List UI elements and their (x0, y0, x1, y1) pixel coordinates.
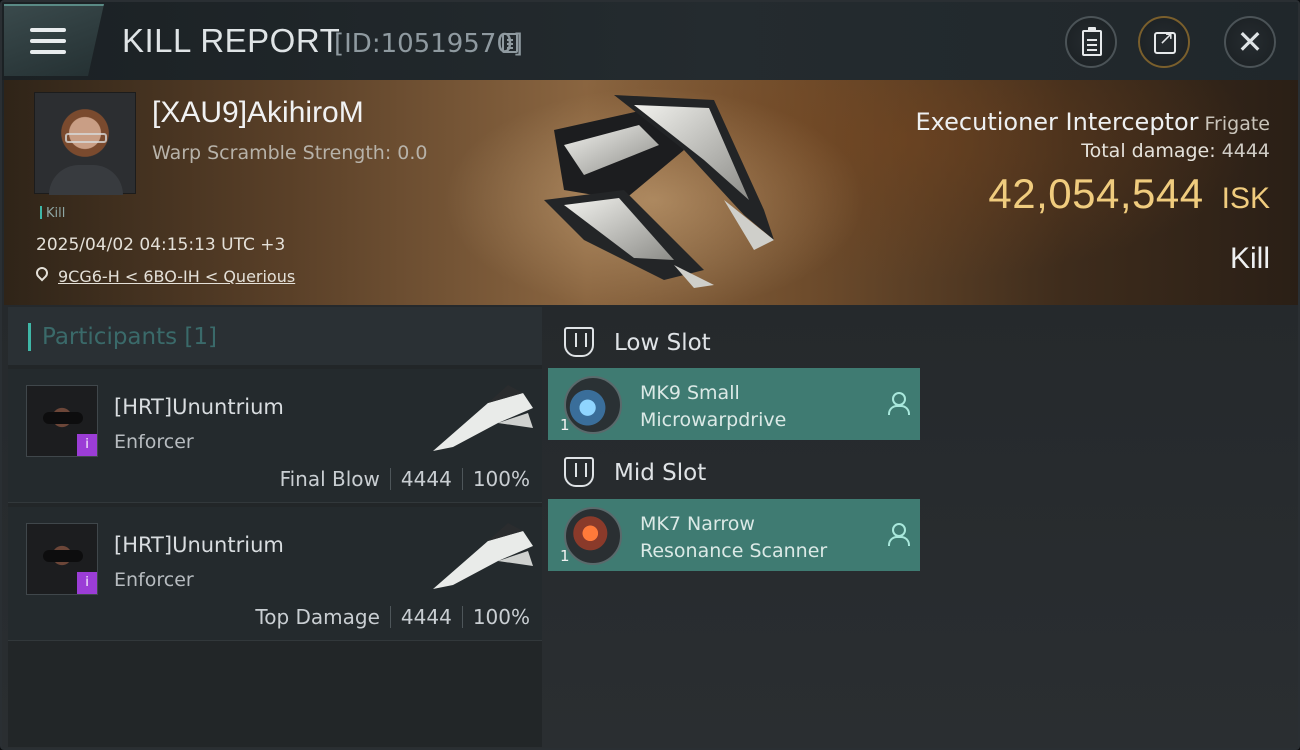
participant-percent: 100% (472, 605, 530, 629)
participant-name: [HRT]Ununtrium (114, 395, 284, 419)
module-name-line2: Resonance Scanner (640, 540, 828, 562)
module-name: MK7 Narrow Resonance Scanner (640, 511, 827, 565)
total-damage-value: 4444 (1221, 140, 1270, 162)
kill-tag: Kill (40, 206, 65, 221)
hamburger-icon (30, 28, 66, 54)
module-quantity: 1 (560, 416, 570, 434)
isk-amount: 42,054,544 (988, 170, 1204, 217)
participants-header[interactable]: Participants [1] (8, 307, 542, 365)
kill-datetime: 2025/04/02 04:15:13 UTC +3 (36, 235, 286, 255)
isk-value: 42,054,544 ISK (988, 170, 1270, 218)
isk-currency: ISK (1221, 182, 1270, 215)
total-damage-label: Total damage: (1081, 140, 1216, 162)
low-slot-label: Low Slot (614, 330, 711, 356)
close-button[interactable]: ✕ (1224, 16, 1276, 68)
module-name-line2: Microwarpdrive (640, 409, 787, 431)
clipboard-icon (1082, 27, 1102, 56)
badge-icon: i (77, 434, 97, 456)
slot-shield-icon (564, 457, 594, 487)
participant-damage: 4444 (400, 605, 452, 629)
participant-ship-image (433, 385, 533, 451)
slot-shield-icon (564, 327, 594, 357)
kill-id: [ID:10519570] (334, 29, 524, 59)
module-quantity: 1 (560, 547, 570, 565)
user-icon[interactable] (888, 392, 910, 415)
kill-location-link[interactable]: 9CG6-H < 6BO-IH < Querious (58, 267, 295, 286)
badge-icon: i (77, 572, 97, 594)
ship-name-text: Executioner Interceptor (915, 108, 1199, 136)
participant-avatar[interactable]: i (26, 385, 98, 457)
user-icon[interactable] (888, 523, 910, 546)
total-damage: Total damage: 4444 (1081, 140, 1270, 162)
participant-damage: 4444 (400, 467, 452, 491)
module-item[interactable]: 1 MK9 Small Microwarpdrive (548, 368, 920, 440)
victim-name[interactable]: [XAU9]AkihiroM (152, 96, 364, 130)
participant-ship: Enforcer (114, 569, 194, 591)
close-icon: ✕ (1236, 23, 1264, 61)
module-name-line1: MK9 Small (640, 382, 740, 404)
participant-role: Final Blow (279, 467, 380, 491)
module-item[interactable]: 1 MK7 Narrow Resonance Scanner (548, 499, 920, 571)
participant-row[interactable]: i [HRT]Ununtrium Enforcer Top Damage 4444… (8, 507, 542, 641)
participants-title: Participants [1] (42, 324, 217, 350)
module-name: MK9 Small Microwarpdrive (640, 380, 786, 434)
participant-ship-image (433, 523, 533, 589)
low-slot-header: Low Slot (548, 313, 928, 369)
victim-portrait[interactable] (34, 92, 136, 195)
copy-icon[interactable] (502, 33, 518, 53)
victim-ship-name[interactable]: Executioner Interceptor Frigate (916, 108, 1270, 136)
header-bar: KILL REPORT [ID:10519570] ✕ (2, 2, 1298, 80)
participant-row[interactable]: i [HRT]Ununtrium Enforcer Final Blow 4444… (8, 369, 542, 503)
participant-stats: Final Blow 4444 100% (280, 467, 530, 491)
share-icon (1154, 28, 1176, 54)
clipboard-button[interactable] (1065, 16, 1117, 68)
kill-report-window: KILL REPORT [ID:10519570] ✕ [XAU9]Akihir… (0, 0, 1300, 750)
fitting-slots: Low Slot 1 MK9 Small Microwarpdrive Mid … (548, 307, 1298, 747)
map-pin-icon (33, 264, 51, 282)
participant-stats: Top Damage 4444 100% (255, 605, 530, 629)
victim-ship-image[interactable] (524, 90, 794, 290)
share-button[interactable] (1138, 16, 1190, 68)
participant-name: [HRT]Ununtrium (114, 533, 284, 557)
participant-role: Top Damage (255, 605, 380, 629)
participant-ship: Enforcer (114, 431, 194, 453)
kill-result: Kill (1229, 242, 1270, 275)
mid-slot-label: Mid Slot (614, 460, 707, 486)
ship-class: Frigate (1204, 113, 1270, 135)
victim-banner: [XAU9]AkihiroM Warp Scramble Strength: 0… (4, 80, 1298, 305)
participants-panel: Participants [1] i [HRT]Ununtrium Enforc… (8, 307, 542, 747)
mid-slot-header: Mid Slot (548, 443, 928, 499)
warp-scramble-strength: Warp Scramble Strength: 0.0 (152, 142, 428, 164)
page-title: KILL REPORT (122, 22, 341, 59)
module-name-line1: MK7 Narrow (640, 513, 755, 535)
participant-avatar[interactable]: i (26, 523, 98, 595)
microwarpdrive-icon (564, 376, 622, 434)
resonance-scanner-icon (564, 507, 622, 565)
menu-button[interactable] (4, 4, 104, 76)
participant-percent: 100% (472, 467, 530, 491)
